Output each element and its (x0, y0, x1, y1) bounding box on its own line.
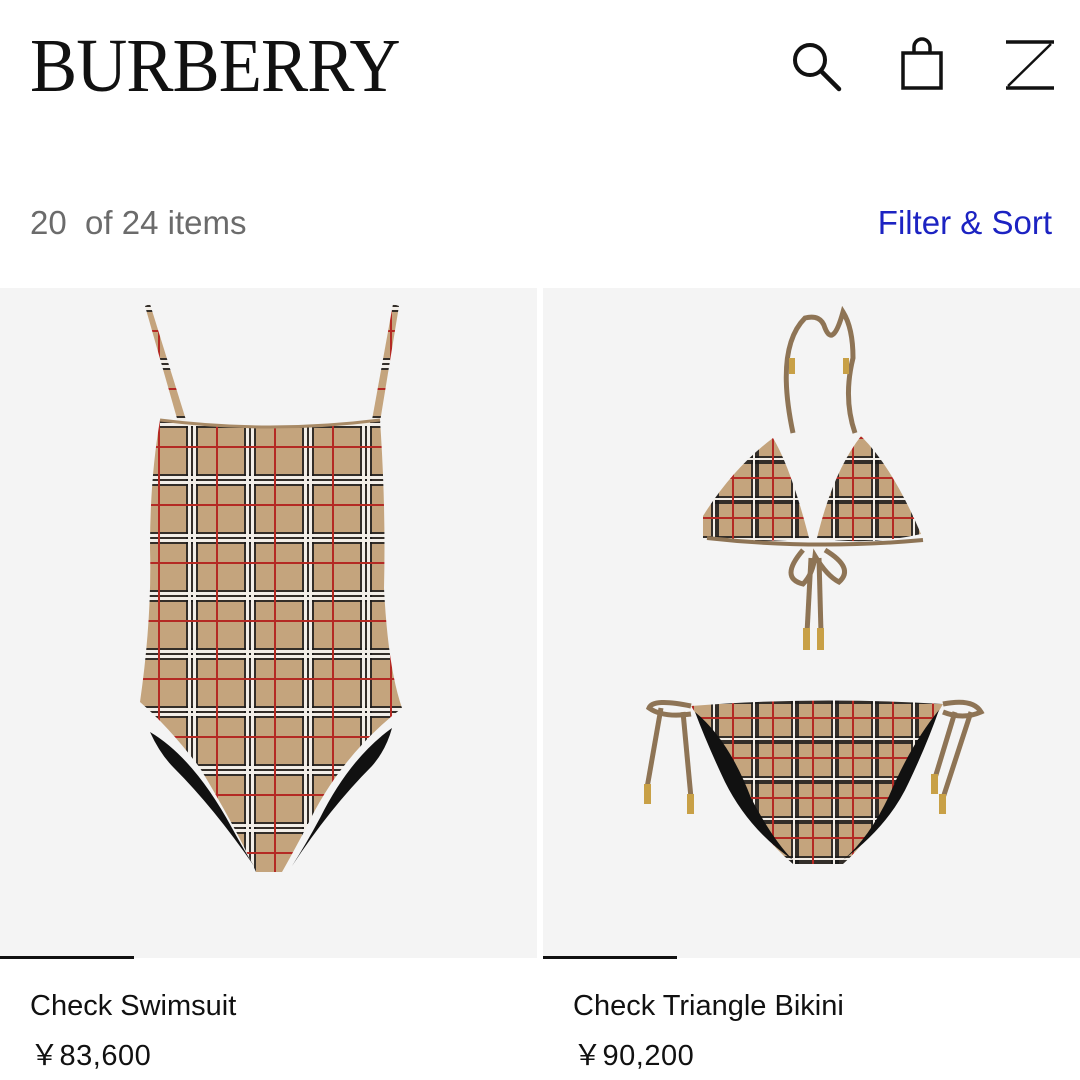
image-progress-fill (543, 956, 678, 959)
search-icon (793, 43, 842, 92)
image-progress-bar (0, 956, 537, 959)
brand-logo[interactable]: BURBERRY (30, 26, 401, 106)
shopping-bag-button[interactable] (892, 36, 952, 96)
item-count: 20 of 24 items (30, 204, 247, 241)
product-name[interactable]: Check Triangle Bikini (573, 990, 844, 1023)
product-image-swimsuit[interactable] (0, 288, 537, 958)
listing-toolbar: 20 of 24 items Filter & Sort (0, 196, 1080, 252)
product-name[interactable]: Check Swimsuit (30, 990, 236, 1023)
product-card[interactable]: Check Swimsuit ￥83,600 (0, 288, 537, 1080)
search-button[interactable] (786, 36, 846, 96)
filter-sort-link[interactable]: Filter & Sort (878, 204, 1052, 242)
menu-icon (1006, 40, 1054, 90)
site-header: BURBERRY (0, 0, 1080, 130)
product-image-bikini[interactable] (543, 288, 1080, 958)
menu-button[interactable] (1000, 36, 1060, 96)
product-grid: Check Swimsuit ￥83,600 Check Triangle Bi… (0, 288, 1080, 1080)
product-price: ￥83,600 (30, 1040, 152, 1072)
image-progress-bar (543, 956, 1080, 959)
shopping-bag-icon (901, 37, 943, 90)
product-price: ￥90,200 (573, 1040, 695, 1072)
product-card[interactable]: Check Triangle Bikini ￥90,200 (543, 288, 1080, 1080)
image-progress-fill (0, 956, 135, 959)
